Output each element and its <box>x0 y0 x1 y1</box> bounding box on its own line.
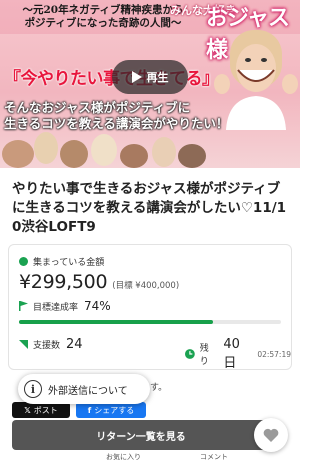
funding-box: 集まっている金額 ¥299,500 (目標 ¥400,000) 目標達成率 74… <box>8 244 292 371</box>
bottom-partial-labels: お気に入り コメント <box>0 452 300 460</box>
play-icon <box>131 71 142 83</box>
raised-amount-row: ¥299,500 (目標 ¥400,000) <box>19 271 179 293</box>
x-share-label: ポスト <box>33 405 58 415</box>
play-video-button[interactable]: 再生 <box>112 60 188 94</box>
progress-bar <box>19 320 281 324</box>
goal-amount: (目標 ¥400,000) <box>112 281 180 291</box>
description-snippet: す。 <box>150 383 168 393</box>
achievement-pct: 74% <box>84 299 111 313</box>
remaining-row: 残り 40日 02:57:19 <box>185 337 291 371</box>
external-transmission-tooltip[interactable]: i 外部送信について <box>18 374 150 404</box>
supporters-row: 支援数 24 <box>19 337 83 352</box>
facebook-logo-icon: f <box>87 405 92 415</box>
info-icon: i <box>24 380 42 398</box>
clock-icon <box>185 349 195 359</box>
raised-amount: ¥299,500 <box>19 271 108 293</box>
supporters-icon <box>19 340 28 349</box>
remaining-days: 40日 <box>223 337 240 371</box>
x-share-button[interactable]: 𝕏 ポスト <box>12 402 70 418</box>
remaining-time: 02:57:19 <box>257 349 291 359</box>
hero-subtitle-line1: そんなおジャス様がポジティブに <box>4 100 191 115</box>
return-list-button[interactable]: リターン一覧を見る <box>12 420 270 450</box>
facebook-share-button[interactable]: f シェアする <box>76 402 146 418</box>
achievement-label: 目標達成率 <box>33 302 79 313</box>
hero-banner[interactable]: ～元20年ネガティブ精神疾患から ポジティブになった奇跡の人間～ みんな大好き … <box>0 0 300 168</box>
x-logo-icon: 𝕏 <box>24 405 31 415</box>
under-left-label: お気に入り <box>106 453 141 460</box>
hero-kicker-line2: ポジティブになった奇跡の人間～ <box>24 17 182 29</box>
facebook-share-label: シェアする <box>94 405 135 415</box>
progress-bar-fill <box>19 320 213 324</box>
play-label: 再生 <box>146 71 169 84</box>
raised-label: 集まっている金額 <box>33 258 105 268</box>
flag-icon <box>19 301 28 311</box>
achievement-row: 目標達成率 74% <box>19 299 111 313</box>
heart-icon <box>263 428 279 442</box>
favorite-button[interactable] <box>254 418 288 452</box>
supporters-count: 24 <box>66 337 83 352</box>
hero-crowd-photos <box>2 132 206 168</box>
project-title: やりたい事で生きるおジャス様がポジティブに生きるコツを教える講演会がしたい♡11… <box>12 181 287 235</box>
yen-circle-icon <box>19 257 28 266</box>
tooltip-text: 外部送信について <box>48 385 128 397</box>
remaining-label: 残り <box>199 344 209 367</box>
under-right-label: コメント <box>200 453 228 460</box>
supporters-label: 支援数 <box>33 341 61 351</box>
raised-label-row: 集まっている金額 <box>19 255 104 268</box>
